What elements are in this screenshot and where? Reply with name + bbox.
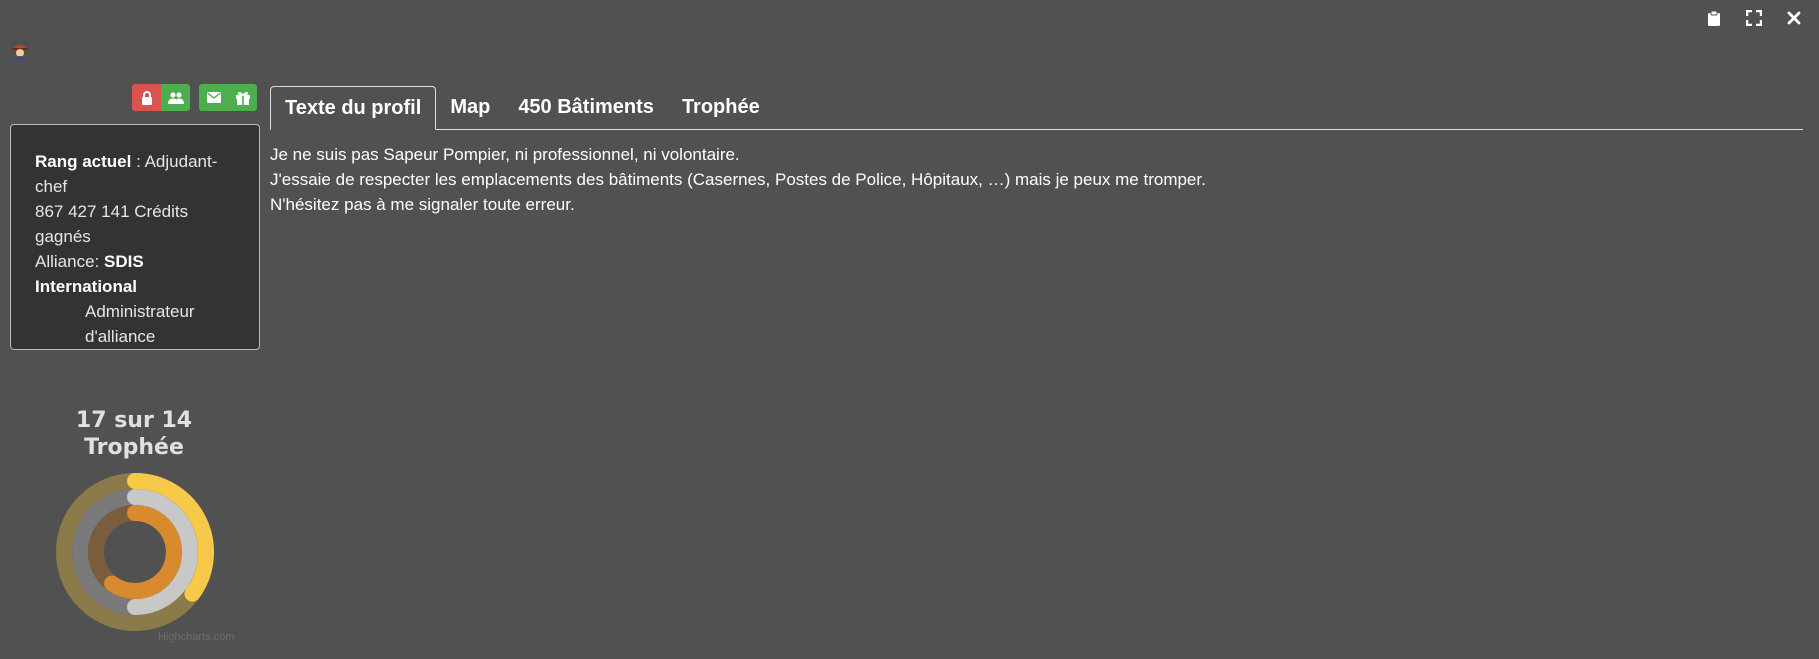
gift-icon (235, 91, 250, 105)
rank-label: Rang actuel (35, 152, 132, 171)
credits-earned: 867 427 141 Crédits gagnés (35, 202, 189, 246)
tab-map[interactable]: Map (436, 86, 504, 129)
tab-trophies[interactable]: Trophée (668, 86, 774, 129)
alliance-label: Alliance: (35, 252, 104, 271)
envelope-icon (206, 92, 221, 103)
profile-info-box: Rang actuel : Adjudant-chef 867 427 141 … (10, 124, 260, 350)
tab-buildings[interactable]: 450 Bâtiments (504, 86, 668, 129)
rank-separator: : (131, 152, 145, 171)
send-message-button[interactable] (199, 84, 228, 111)
trophy-label: Trophée (84, 435, 184, 460)
profile-tabs: Texte du profil Map 450 Bâtiments Trophé… (270, 86, 1803, 130)
radial-bar-2[interactable] (104, 505, 182, 599)
block-user-button[interactable] (132, 84, 161, 111)
lock-icon (141, 90, 152, 105)
trophy-count: 17 sur 14 (75, 408, 193, 433)
highcharts-credits[interactable]: Highcharts.com (158, 631, 234, 643)
alliance-line: Alliance: SDIS International (35, 249, 247, 299)
profile-action-buttons (132, 84, 257, 111)
firefighter-avatar-icon (10, 40, 30, 62)
send-gift-button[interactable] (228, 84, 257, 111)
trophy-summary-title: 17 sur 14 Trophée (40, 407, 228, 461)
add-friend-button[interactable] (161, 84, 190, 111)
profile-text-content: Je ne suis pas Sapeur Pompier, ni profes… (270, 142, 1206, 217)
rank-line: Rang actuel : Adjudant-chef (35, 149, 247, 199)
profile-text-line: Je ne suis pas Sapeur Pompier, ni profes… (270, 145, 740, 164)
fullscreen-icon[interactable] (1741, 8, 1767, 28)
profile-text-line: N'hésitez pas à me signaler toute erreur… (270, 195, 575, 214)
close-icon[interactable] (1781, 8, 1807, 28)
users-icon (167, 91, 184, 104)
trophy-radial-chart (56, 473, 214, 631)
clipboard-icon[interactable] (1701, 8, 1727, 28)
window-controls (1701, 8, 1807, 28)
tab-profile-text[interactable]: Texte du profil (270, 86, 437, 130)
profile-text-line: J'essaie de respecter les emplacements d… (270, 170, 1206, 189)
alliance-role: Administrateur d'alliance (85, 302, 195, 346)
